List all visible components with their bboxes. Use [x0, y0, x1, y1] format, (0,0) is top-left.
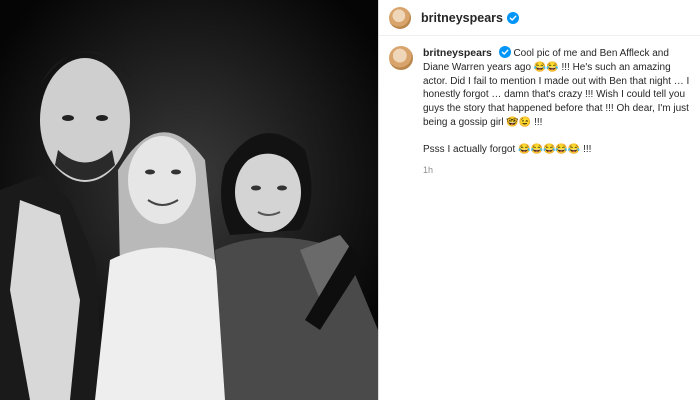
- post-timestamp[interactable]: 1h: [423, 164, 693, 178]
- post-header: britneyspears: [379, 0, 700, 36]
- post-sidebar: britneyspears britneyspears Cool pic of …: [378, 0, 700, 400]
- post-photo[interactable]: [0, 0, 378, 400]
- caption-text: Cool pic of me and Ben Affleck and Diane…: [423, 48, 690, 128]
- verified-badge-icon: [506, 11, 519, 24]
- post-photo-image: [0, 0, 378, 400]
- caption-text-2: Psss I actually forgot 😂😂😂😂😂 !!!: [423, 143, 592, 155]
- verified-badge-icon: [498, 46, 511, 58]
- caption: britneyspears Cool pic of me and Ben Aff…: [423, 46, 693, 177]
- avatar[interactable]: [389, 6, 411, 29]
- caption-row: britneyspears Cool pic of me and Ben Aff…: [389, 46, 693, 177]
- caption-avatar[interactable]: [389, 46, 413, 70]
- header-username[interactable]: britneyspears: [421, 11, 503, 25]
- caption-username[interactable]: britneyspears: [423, 47, 492, 59]
